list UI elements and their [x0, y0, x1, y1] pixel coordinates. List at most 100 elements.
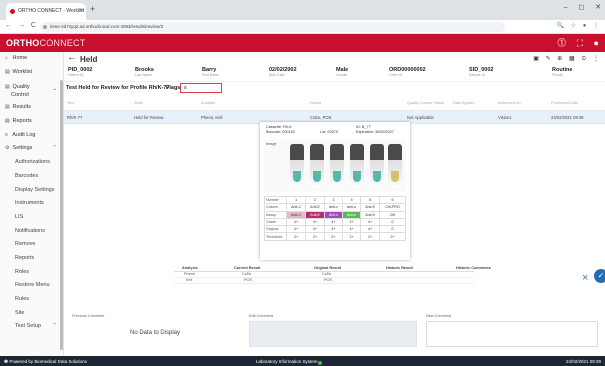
- column-header[interactable]: Processed Date: [551, 101, 578, 105]
- table-cell: Anti-K: [360, 203, 381, 212]
- cassette-expiration: Expiration: 30/09/2027: [356, 130, 394, 134]
- sidebar-item-audit-log[interactable]: ≡ Audit Log: [0, 129, 63, 143]
- sidebar-item-label: Reports: [12, 118, 32, 125]
- column-header[interactable]: Test: [67, 101, 74, 105]
- table-cell: 4+: [285, 225, 307, 234]
- cassette-reaction-table: Number 1 2 3 4 5 6 Column Anti-C Anti-E Anti-c Ant…: [264, 195, 406, 241]
- column-header: Original Result: [314, 266, 342, 270]
- flags-label: Flags: [166, 85, 181, 91]
- table-cell: 4+: [341, 225, 362, 234]
- tube-icon: [310, 144, 324, 188]
- sidebar-item-results[interactable]: ▤ Results: [0, 101, 63, 115]
- sidebar-scrollbar[interactable]: [60, 80, 63, 350]
- tube-icon: [350, 144, 364, 188]
- gear-icon: ⚙: [5, 145, 10, 152]
- sidebar-item-lis[interactable]: LIS: [0, 211, 63, 225]
- back-arrow-icon[interactable]: ←: [67, 52, 77, 63]
- sidebar-item-display-settings[interactable]: Display Settings: [0, 184, 63, 198]
- field-label: Priority: [552, 73, 563, 77]
- tube-icon: [370, 144, 384, 188]
- column-header[interactable]: Quality Control Status: [407, 101, 444, 105]
- sidebar-item-reports[interactable]: ▤ Reports: [0, 115, 63, 129]
- window-controls[interactable]: – ◻ ✕: [564, 3, 601, 11]
- tab-title: ORTHO CONNECT - Worklist: [18, 8, 85, 14]
- sidebar-item-reports-settings[interactable]: Reports: [0, 252, 63, 266]
- sidebar-item-restore-menu[interactable]: Restore Menu: [0, 279, 63, 293]
- chevron-down-icon[interactable]: ⌄: [52, 85, 57, 93]
- cassette-info: Cassette: Rh-K Barcode: 000102: [266, 125, 295, 135]
- new-tab-button[interactable]: +: [90, 4, 95, 14]
- results-table-header: Test State Analysis Result Quality Contr…: [64, 95, 605, 111]
- cassette-image: Image: [264, 140, 406, 192]
- sidebar-item-settings[interactable]: ⚙ Settings ⌃: [0, 142, 63, 156]
- table-cell: Anti-E: [305, 210, 325, 219]
- new-comment-field[interactable]: [426, 321, 598, 347]
- sidebar-item-quality-control[interactable]: ▤ Quality Control ⌄: [0, 79, 63, 101]
- accept-button[interactable]: ✓: [594, 269, 605, 283]
- chevron-up-icon[interactable]: ⌃: [52, 320, 57, 334]
- content-panel: ← Held ▣ ✎ ⊕ ▦ ⊙ ⋮ PID_0002 Patient ID Br…: [64, 52, 605, 356]
- page-toolbar-icons[interactable]: ▣ ✎ ⊕ ▦ ⊙ ⋮: [533, 55, 599, 62]
- priority-field: Routine Priority: [552, 67, 572, 77]
- sidebar-item-label: Home: [12, 55, 28, 61]
- table-cell: Anti-c: [324, 210, 343, 219]
- column-header[interactable]: State: [134, 101, 143, 105]
- sidebar-item-site[interactable]: Site: [0, 307, 63, 321]
- column-header: Historic Result: [386, 266, 413, 270]
- field-label: Last Name: [135, 73, 152, 77]
- chevron-up-icon[interactable]: ⌃: [52, 142, 57, 156]
- list-icon: ▤: [5, 68, 10, 75]
- sidebar-item-home[interactable]: ⌂ Home: [0, 52, 63, 66]
- status-left-text: ❶ Powered by Biomedical Data Solutions: [4, 359, 87, 365]
- column-header[interactable]: Analysis: [201, 101, 215, 105]
- row-header: Number: [264, 195, 287, 205]
- field-label: Birth Date: [269, 73, 285, 77]
- table-cell: Pheno, Kell: [201, 115, 223, 120]
- table-cell: CcEe: [322, 272, 332, 276]
- row-header: Grade: [264, 217, 287, 227]
- sidebar-item-barcodes[interactable]: Barcodes: [0, 170, 63, 184]
- order-id-field: ORD00000002 Order ID: [389, 67, 426, 77]
- column-header[interactable]: Instrument ID: [498, 101, 521, 105]
- sidebar-item-authorizations[interactable]: Authorizations: [0, 156, 63, 170]
- sidebar-item-instruments[interactable]: Instruments: [0, 197, 63, 211]
- column-header[interactable]: Result: [310, 101, 321, 105]
- table-cell: 24/02/2021 09:35: [551, 115, 584, 120]
- sidebar-item-remove[interactable]: Remove: [0, 238, 63, 252]
- sidebar-item-test-setup[interactable]: Test Setup ⌃: [0, 320, 63, 334]
- header-icons[interactable]: ⓵ ⛶ ●: [557, 36, 599, 49]
- table-cell: 0: [379, 225, 406, 234]
- sidebar-item-rules[interactable]: Rules: [0, 293, 63, 307]
- table-cell: Anti-C: [285, 210, 307, 219]
- home-icon: ⌂: [5, 55, 9, 61]
- column-header[interactable]: Date Applied: [453, 101, 475, 105]
- cancel-button[interactable]: ×: [582, 272, 588, 284]
- sidebar: ⌂ Home ▤ Worklist ▤ Quality Control ⌄ ▤ Re…: [0, 52, 64, 356]
- sidebar-item-label: Results: [12, 104, 31, 111]
- sidebar-item-notifications[interactable]: Notifications: [0, 225, 63, 239]
- table-cell: POS: [324, 278, 333, 282]
- flags-input[interactable]: s: [180, 83, 222, 93]
- sidebar-item-roles[interactable]: Roles: [0, 266, 63, 280]
- row-header: Threshold: [264, 232, 287, 241]
- edit-comment-field[interactable]: [249, 321, 417, 347]
- app-header: ORTHOCONNECT ⓵ ⛶ ●: [0, 34, 605, 52]
- table-cell: 2+: [379, 232, 406, 241]
- table-cell: Pheno: [184, 272, 195, 276]
- patient-id-field: PID_0002 Patient ID: [68, 67, 92, 77]
- sidebar-item-worklist[interactable]: ▤ Worklist: [0, 66, 63, 80]
- table-cell: 1: [285, 195, 307, 205]
- tube-icon: [388, 144, 402, 188]
- table-cell: 4+: [305, 217, 325, 227]
- new-comment-label: New Comment: [426, 314, 452, 318]
- browser-tab-bar: ORTHO CONNECT - Worklist × + – ◻ ✕: [0, 0, 605, 20]
- tab-close-icon[interactable]: ×: [79, 3, 83, 20]
- browser-toolbar-icons[interactable]: 🔍 ☆ ● ⋮: [557, 22, 599, 29]
- browser-tab[interactable]: ORTHO CONNECT - Worklist ×: [6, 3, 86, 20]
- table-cell: 4: [341, 195, 362, 205]
- table-cell: 4+: [285, 217, 307, 227]
- table-row: Assay Anti-C Anti-E Anti-c Anti-e Anti-K Ctrl: [264, 210, 406, 219]
- status-center-text: Laboratory Information System: [256, 359, 322, 365]
- url-field[interactable]: inme-2d7syq2.ad.orthoclinical.com:4093/r…: [40, 22, 505, 32]
- field-label: First Name: [202, 73, 220, 77]
